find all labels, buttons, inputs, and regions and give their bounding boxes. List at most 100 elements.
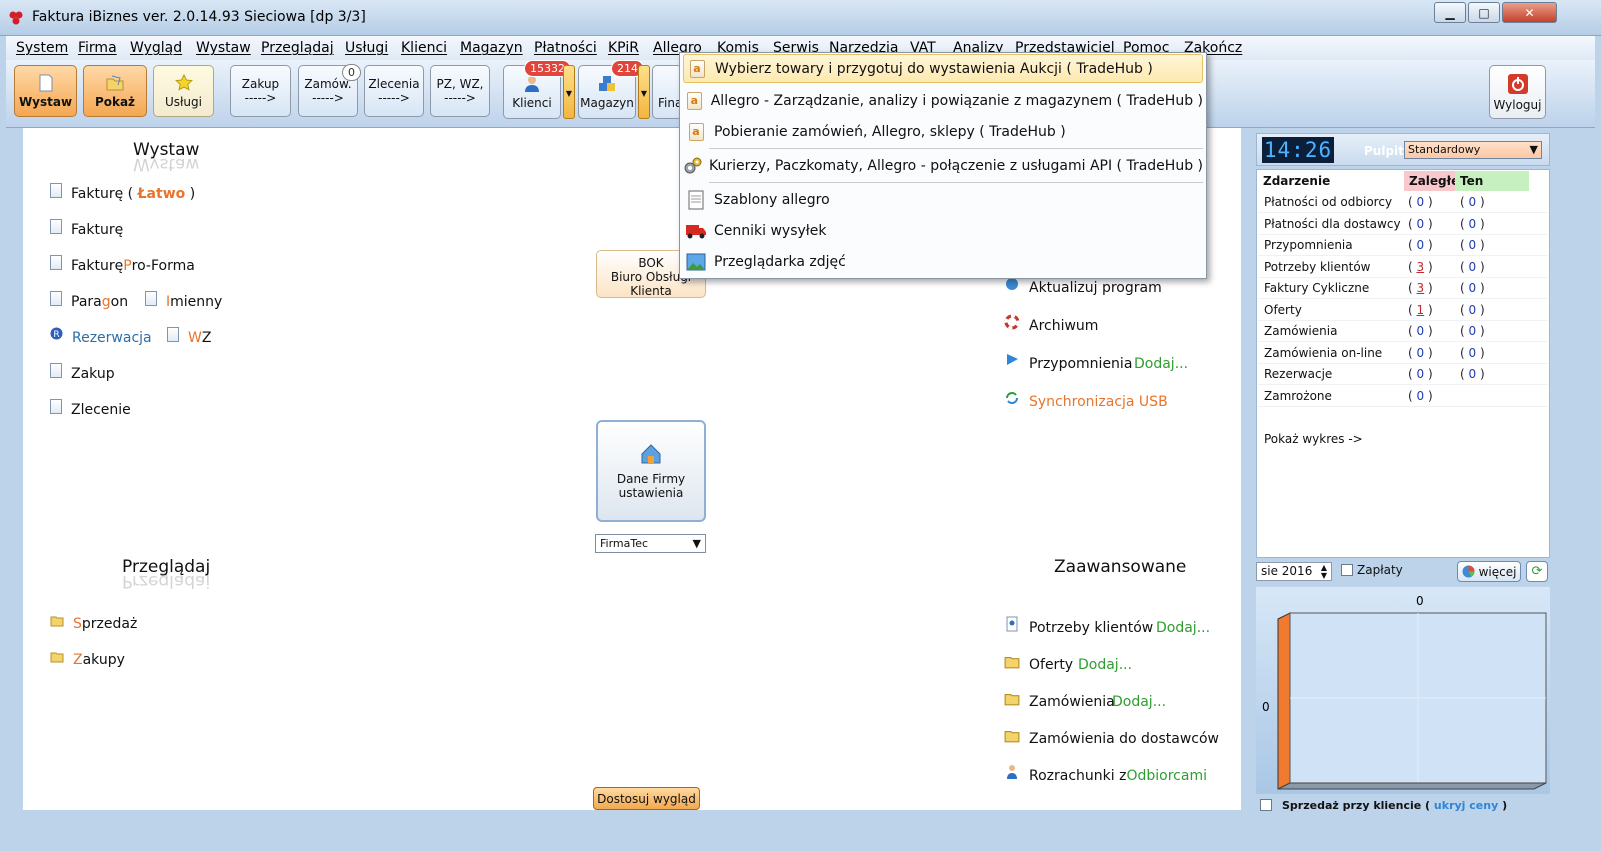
magazyn-dropdown-button[interactable]: ▼ (638, 65, 650, 119)
pokaz-button[interactable]: Pokaż (83, 65, 147, 117)
allegro-menu-item-zarzadzanie[interactable]: a Allegro - Zarządzanie, analizy i powią… (683, 86, 1203, 115)
table-row[interactable]: Zamówienia on-line ( 0 ) ( 0 ) (1258, 343, 1548, 364)
menu-system[interactable]: System (16, 40, 68, 56)
firm-select[interactable]: FirmaTec ▼ (595, 534, 706, 553)
table-row[interactable]: Płatności dla dostawcy ( 0 ) ( 0 ) (1258, 214, 1548, 235)
wystaw-imienny-link[interactable]: Imienny (145, 290, 222, 310)
synchronizacja-link[interactable]: Synchronizacja USB (1004, 392, 1168, 410)
klienci-button[interactable]: 15332 Klienci (503, 60, 571, 119)
menu-wystaw[interactable]: Wystaw (196, 40, 251, 56)
wystaw-zlecenie-link[interactable]: Zlecenie (50, 398, 131, 418)
menu-firma[interactable]: Firma (78, 40, 117, 56)
allegro-menu-item-wybierz[interactable]: a Wybierz towary i przygotuj do wystawie… (683, 54, 1203, 83)
minimize-button[interactable]: ▁ (1434, 2, 1466, 23)
event-zalegle[interactable]: ( 3 ) (1408, 257, 1433, 278)
table-row[interactable]: Zamówienia ( 0 ) ( 0 ) (1258, 321, 1548, 342)
event-zalegle[interactable]: ( 0 ) (1408, 386, 1433, 407)
wystaw-faktura-latwo-link[interactable]: Fakturę ( Łatwo ) (50, 182, 195, 202)
event-ten[interactable]: ( 0 ) (1460, 214, 1485, 235)
wyloguj-button[interactable]: Wyloguj (1489, 65, 1546, 119)
oferty-dodaj-link[interactable]: Dodaj... (1078, 657, 1132, 673)
allegro-menu-item-szablony[interactable]: Szablony allegro (683, 185, 1203, 214)
przegladaj-sprzedaz-link[interactable]: Sprzedaż (50, 616, 137, 632)
event-ten[interactable]: ( 0 ) (1460, 257, 1485, 278)
menu-magazyn[interactable]: Magazyn (460, 40, 523, 56)
potrzeby-dodaj-link[interactable]: Dodaj... (1156, 620, 1210, 636)
month-spinner[interactable]: sie 2016 ▲ ▼ (1256, 562, 1332, 581)
event-ten[interactable]: ( 0 ) (1460, 300, 1485, 321)
dostosuj-wyglad-button[interactable]: Dostosuj wygląd (593, 787, 700, 810)
event-ten[interactable]: ( 0 ) (1460, 321, 1485, 342)
event-zalegle[interactable]: ( 0 ) (1408, 364, 1433, 385)
dane-label-1: Dane Firmy (616, 472, 686, 486)
przypomnienia-dodaj-link[interactable]: Dodaj... (1134, 356, 1188, 372)
table-row[interactable]: Przypomnienia ( 0 ) ( 0 ) (1258, 235, 1548, 256)
close-button[interactable]: ✕ (1502, 2, 1557, 23)
dane-firmy-button[interactable]: Dane Firmy ustawienia (596, 420, 706, 522)
allegro-menu-item-przegladarka[interactable]: Przeglądarka zdjęć (683, 247, 1203, 276)
wystaw-button[interactable]: Wystaw (14, 65, 77, 117)
finanse-button[interactable]: Fina (652, 65, 682, 119)
menu-uslugi[interactable]: Usługi (345, 40, 388, 56)
sprzedaz-przy-kliencie-checkbox[interactable]: Sprzedaż przy kliencie ( ukryj ceny ) (1256, 796, 1550, 814)
ukryj-ceny-link[interactable]: ukryj ceny (1434, 799, 1498, 812)
wystaw-rezerwacja-link[interactable]: R Rezerwacja (50, 327, 152, 346)
table-row[interactable]: Potrzeby klientów ( 3 ) ( 0 ) (1258, 257, 1548, 278)
pulpit-select[interactable]: Standardowy ▼ (1404, 141, 1542, 159)
zaplaty-checkbox[interactable]: Zapłaty (1341, 563, 1403, 577)
maximize-button[interactable]: □ (1468, 2, 1500, 23)
allegro-menu-item-kurierzy[interactable]: Kurierzy, Paczkomaty, Allegro - połączen… (683, 151, 1203, 180)
event-zalegle[interactable]: ( 0 ) (1408, 192, 1433, 213)
menu-przegladaj[interactable]: Przeglądaj (261, 40, 334, 56)
event-ten[interactable]: ( 0 ) (1460, 343, 1485, 364)
event-ten[interactable]: ( 0 ) (1460, 364, 1485, 385)
klienci-dropdown-button[interactable]: ▼ (563, 65, 575, 119)
archiwum-link[interactable]: Archiwum (1004, 314, 1098, 334)
event-zalegle[interactable]: ( 0 ) (1408, 235, 1433, 256)
event-zalegle[interactable]: ( 1 ) (1408, 300, 1433, 321)
wystaw-wz-link[interactable]: WZ (167, 326, 211, 346)
table-row[interactable]: Oferty ( 1 ) ( 0 ) (1258, 300, 1548, 321)
menu-klienci[interactable]: Klienci (401, 40, 447, 56)
zamowienia-dostawcow-link[interactable]: Zamówienia do dostawców (1004, 731, 1219, 747)
zamowienia-link[interactable]: Zamówienia (1004, 694, 1115, 710)
menu-platnosci[interactable]: Płatności (534, 40, 597, 56)
aktualizuj-link[interactable]: Aktualizuj program (1004, 278, 1162, 296)
table-row[interactable]: Faktury Cykliczne ( 3 ) ( 0 ) (1258, 278, 1548, 299)
oferty-link[interactable]: Oferty (1004, 657, 1073, 673)
pokaz-wykres-link[interactable]: Pokaż wykres -> (1258, 429, 1548, 450)
menu-wyglad[interactable]: Wygląd (130, 40, 182, 56)
table-row[interactable]: Rezerwacje ( 0 ) ( 0 ) (1258, 364, 1548, 385)
chevron-down-icon: ▼ (1529, 143, 1538, 156)
zamow-button[interactable]: 0 Zamów. -----> (298, 64, 361, 117)
table-row[interactable]: Zamrożone ( 0 ) (1258, 386, 1548, 407)
przypomnienia-link[interactable]: Przypomnienia (1004, 354, 1132, 372)
zlecenia-button[interactable]: Zlecenia -----> (364, 65, 424, 117)
potrzeby-link[interactable]: Potrzeby klientów (1004, 616, 1153, 636)
event-zalegle[interactable]: ( 0 ) (1408, 343, 1433, 364)
allegro-menu-item-pobieranie[interactable]: a Pobieranie zamówień, Allegro, sklepy (… (683, 117, 1203, 146)
wystaw-faktura-link[interactable]: Fakturę (50, 218, 123, 238)
event-ten[interactable]: ( 0 ) (1460, 278, 1485, 299)
menu-item-label: Cenniki wysyłek (714, 222, 827, 239)
zamowienia-dodaj-link[interactable]: Dodaj... (1112, 694, 1166, 710)
event-ten[interactable]: ( 0 ) (1460, 192, 1485, 213)
menu-kpir[interactable]: KPiR (608, 40, 639, 56)
wystaw-paragon-link[interactable]: Para g on (50, 290, 128, 310)
wystaw-zakup-link[interactable]: Zakup (50, 362, 115, 382)
allegro-menu-item-cenniki[interactable]: Cenniki wysyłek (683, 216, 1203, 245)
uslugi-button[interactable]: Usługi (153, 65, 214, 117)
wystaw-proforma-link[interactable]: Fakturę Pro-Forma (50, 254, 195, 274)
wiecej-button[interactable]: więcej (1457, 561, 1521, 582)
event-ten[interactable]: ( 0 ) (1460, 235, 1485, 256)
event-zalegle[interactable]: ( 3 ) (1408, 278, 1433, 299)
event-zalegle[interactable]: ( 0 ) (1408, 321, 1433, 342)
refresh-button[interactable]: ⟳ (1526, 561, 1548, 582)
zakup-button[interactable]: Zakup -----> (230, 65, 291, 117)
rozrachunki-link[interactable]: Rozrachunki z Odbiorcami (1004, 765, 1207, 784)
event-zalegle[interactable]: ( 0 ) (1408, 214, 1433, 235)
magazyn-button[interactable]: 214 Magazyn (578, 60, 644, 119)
table-row[interactable]: Płatności od odbiorcy ( 0 ) ( 0 ) (1258, 192, 1548, 213)
przegladaj-zakupy-link[interactable]: Zakupy (50, 652, 125, 668)
pzwz-button[interactable]: PZ, WZ, -----> (430, 65, 490, 117)
